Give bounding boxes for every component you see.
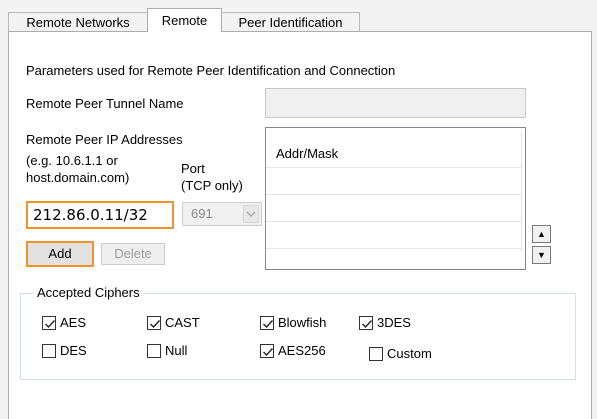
section-heading: Parameters used for Remote Peer Identifi… (26, 63, 396, 78)
check-icon (263, 348, 274, 357)
port-label-line1: Port (181, 161, 205, 176)
tab-peer-identification[interactable]: Peer Identification (221, 12, 360, 32)
column-divider (521, 132, 522, 252)
chevron-down-icon (243, 205, 259, 223)
ip-hint-line2: host.domain.com) (26, 170, 130, 185)
ip-address-input[interactable]: 212.86.0.11/32 (26, 201, 174, 229)
check-icon (150, 320, 161, 329)
list-row-divider (266, 221, 521, 222)
checkbox-label-cast: CAST (165, 315, 200, 330)
delete-button[interactable]: Delete (101, 243, 165, 265)
address-list[interactable]: Addr/Mask (265, 127, 526, 270)
tab-label: Remote Networks (26, 15, 130, 30)
accepted-ciphers-group (20, 293, 576, 380)
checkbox-blowfish[interactable] (260, 316, 274, 330)
accepted-ciphers-title: Accepted Ciphers (34, 285, 143, 300)
ip-addresses-label: Remote Peer IP Addresses (26, 132, 183, 147)
checkbox-label-null: Null (165, 343, 188, 358)
ip-hint-line1: (e.g. 10.6.1.1 or (26, 153, 118, 168)
move-down-button[interactable]: ▼ (532, 246, 551, 264)
list-row-divider (266, 248, 521, 249)
tab-remote-networks[interactable]: Remote Networks (8, 12, 148, 32)
caret-up-icon: ▲ (537, 229, 546, 239)
port-value: 691 (191, 206, 213, 221)
checkbox-label-aes: AES (60, 315, 87, 330)
checkbox-custom[interactable] (369, 347, 383, 361)
tunnel-name-field[interactable] (265, 88, 526, 118)
checkbox-aes256[interactable] (260, 344, 274, 358)
caret-down-icon: ▼ (537, 250, 546, 260)
tab-remote[interactable]: Remote (147, 8, 222, 32)
checkbox-label-blowfish: Blowfish (278, 315, 327, 330)
checkbox-label-3des: 3DES (377, 315, 411, 330)
checkbox-label-des: DES (60, 343, 87, 358)
check-icon (45, 320, 56, 329)
port-select[interactable]: 691 (182, 202, 262, 226)
checkbox-null[interactable] (147, 344, 161, 358)
checkbox-3des[interactable] (359, 316, 373, 330)
tab-label: Remote (161, 13, 208, 28)
checkbox-des[interactable] (42, 344, 56, 358)
checkbox-cast[interactable] (147, 316, 161, 330)
list-row-divider (266, 194, 521, 195)
checkbox-aes[interactable] (42, 316, 56, 330)
address-list-header: Addr/Mask (276, 146, 339, 161)
list-row-divider (266, 167, 521, 168)
checkbox-label-custom: Custom (387, 346, 432, 361)
check-icon (263, 320, 274, 329)
tunnel-name-label: Remote Peer Tunnel Name (26, 96, 184, 111)
tab-label: Peer Identification (238, 15, 343, 30)
move-up-button[interactable]: ▲ (532, 225, 551, 243)
add-button[interactable]: Add (26, 241, 94, 267)
checkbox-label-aes256: AES256 (278, 343, 326, 358)
check-icon (362, 320, 373, 329)
port-label-line2: (TCP only) (181, 178, 243, 193)
